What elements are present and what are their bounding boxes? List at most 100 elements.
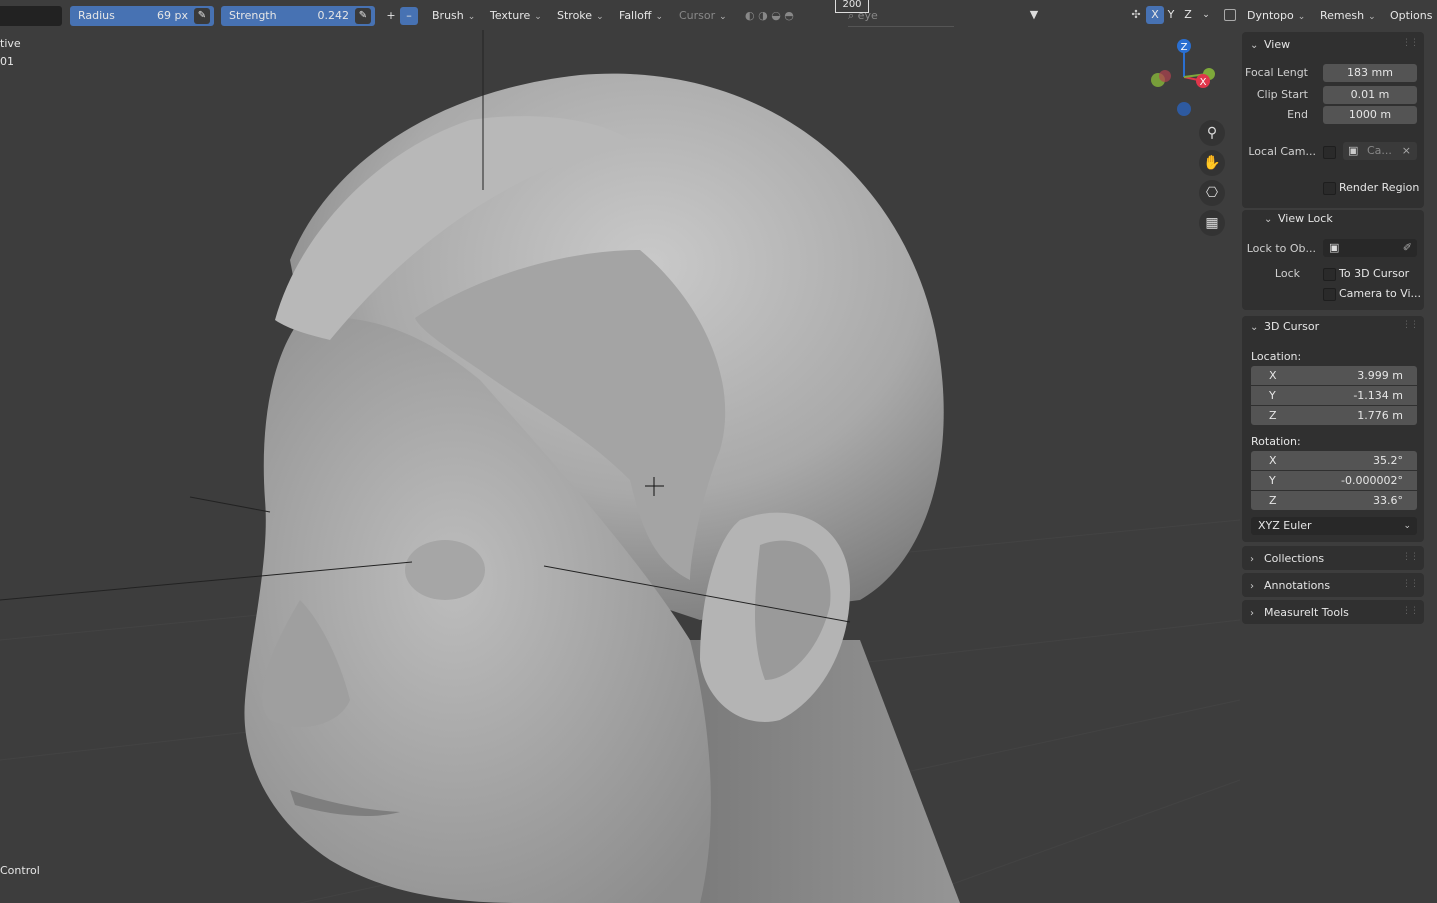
clip-start-label: Clip Start <box>1256 88 1308 101</box>
eyedropper-icon[interactable]: ✐ <box>1403 239 1412 257</box>
subtract-direction-button[interactable]: – <box>400 7 418 25</box>
radius-slider[interactable]: Radius 69 px ✎ <box>70 6 214 26</box>
dyntopo-menu[interactable]: Dyntopo ⌄ <box>1241 6 1311 26</box>
filter-icon[interactable]: ▼ <box>1025 6 1043 24</box>
lock-to-3d-cursor-checkbox[interactable] <box>1323 268 1336 281</box>
location-x-value: 3.999 m <box>1357 369 1403 382</box>
location-x-field[interactable]: X 3.999 m <box>1251 366 1417 385</box>
annotations-panel[interactable]: › Annotations ⋮⋮ <box>1242 573 1424 597</box>
pan-hand-icon[interactable]: ✋ <box>1199 150 1225 176</box>
mirror-y-toggle[interactable]: Y <box>1162 6 1180 24</box>
3d-cursor-header[interactable]: ⌄ 3D Cursor <box>1250 320 1319 333</box>
location-y-axis: Y <box>1269 389 1276 402</box>
rotation-mode-dropdown[interactable]: XYZ Euler ⌄ <box>1251 517 1417 535</box>
rotation-x-axis: X <box>1269 454 1277 467</box>
mode-field[interactable] <box>0 6 62 26</box>
location-z-value: 1.776 m <box>1357 409 1403 422</box>
view-panel-header[interactable]: ⌄ View <box>1250 38 1290 51</box>
stroke-menu[interactable]: Stroke ⌄ <box>551 6 610 26</box>
clip-start-field[interactable]: 0.01 m <box>1323 86 1417 104</box>
chevron-down-icon: ⌄ <box>467 12 476 22</box>
drag-handle-icon[interactable]: ⋮⋮ <box>1402 552 1419 562</box>
clip-end-field[interactable]: 1000 m <box>1323 106 1417 124</box>
drag-handle-icon[interactable]: ⋮⋮ <box>1402 606 1419 616</box>
remesh-label: Remesh <box>1320 9 1365 22</box>
lock-to-3d-cursor-label: To 3D Cursor <box>1339 267 1410 280</box>
chevron-right-icon: › <box>1250 554 1254 565</box>
dyntopo-label: Dyntopo <box>1247 9 1294 22</box>
rotation-label: Rotation: <box>1251 435 1301 448</box>
location-y-value: -1.134 m <box>1353 389 1403 402</box>
radius-label: Radius <box>78 9 115 22</box>
cursor-menu[interactable]: Cursor ⌄ <box>673 6 733 26</box>
chevron-down-icon: ⌄ <box>1250 40 1259 51</box>
falloff-menu-label: Falloff <box>619 9 652 22</box>
brush-menu[interactable]: Brush ⌄ <box>426 6 481 26</box>
drag-handle-icon[interactable]: ⋮⋮ <box>1402 38 1419 48</box>
local-camera-checkbox[interactable] <box>1323 146 1336 159</box>
clear-icon[interactable]: × <box>1402 142 1411 160</box>
rotation-z-axis: Z <box>1269 494 1277 507</box>
location-z-field[interactable]: Z 1.776 m <box>1251 406 1417 425</box>
strength-value: 0.242 <box>317 9 350 22</box>
mirror-icon[interactable]: ✣ <box>1127 6 1145 24</box>
render-region-checkbox[interactable] <box>1323 182 1336 195</box>
falloff-menu[interactable]: Falloff ⌄ <box>613 6 669 26</box>
drag-handle-icon[interactable]: ⋮⋮ <box>1402 579 1419 589</box>
texture-menu-label: Texture <box>490 9 531 22</box>
dyntopo-checkbox[interactable] <box>1224 9 1236 21</box>
rotation-z-field[interactable]: Z 33.6° <box>1251 491 1417 510</box>
object-icon: ▣ <box>1329 241 1340 254</box>
focal-length-field[interactable]: 183 mm <box>1323 64 1417 82</box>
rotation-x-field[interactable]: X 35.2° <box>1251 451 1417 470</box>
zoom-icon[interactable]: ⚲ <box>1199 120 1225 146</box>
view-lock-header[interactable]: ⌄ View Lock <box>1264 212 1333 225</box>
symmetry-icons[interactable]: ◐ ◑ ◒ ◓ <box>745 6 835 26</box>
rotation-y-field[interactable]: Y -0.000002° <box>1251 471 1417 490</box>
gizmo-z-label: Z <box>1181 42 1188 53</box>
stroke-menu-label: Stroke <box>557 9 593 22</box>
camera-icon[interactable]: ⎔ <box>1199 180 1225 206</box>
camera-to-view-checkbox[interactable] <box>1323 288 1336 301</box>
measureit-header[interactable]: › MeasureIt Tools <box>1250 606 1349 619</box>
location-y-field[interactable]: Y -1.134 m <box>1251 386 1417 405</box>
texture-menu[interactable]: Texture ⌄ <box>484 6 548 26</box>
view-panel-title: View <box>1264 38 1291 51</box>
radius-value: 69 px <box>157 9 188 22</box>
pen-pressure-icon[interactable]: ✎ <box>194 8 210 24</box>
local-camera-field[interactable]: ▣ Ca... × <box>1343 142 1417 160</box>
add-direction-button[interactable]: + <box>382 7 400 25</box>
remesh-menu[interactable]: Remesh ⌄ <box>1314 6 1382 26</box>
annotations-title: Annotations <box>1264 579 1331 592</box>
options-label: Options <box>1390 9 1433 22</box>
measureit-panel[interactable]: › MeasureIt Tools ⋮⋮ <box>1242 600 1424 624</box>
search-text: eye <box>857 9 878 22</box>
lock-to-object-field[interactable]: ▣ ✐ <box>1323 239 1417 257</box>
search-field[interactable]: ⌕ eye <box>848 6 954 27</box>
collections-panel[interactable]: › Collections ⋮⋮ <box>1242 546 1424 570</box>
chevron-down-icon[interactable]: ⌄ <box>1197 6 1215 24</box>
chevron-right-icon: › <box>1250 608 1254 619</box>
pen-pressure-icon[interactable]: ✎ <box>355 8 371 24</box>
chevron-down-icon: ⌄ <box>1403 521 1411 531</box>
orientation-gizmo[interactable]: Z X <box>1145 36 1225 120</box>
perspective-grid-icon[interactable]: ▦ <box>1199 210 1225 236</box>
strength-slider[interactable]: Strength 0.242 ✎ <box>221 6 375 26</box>
collections-header[interactable]: › Collections <box>1250 552 1324 565</box>
options-menu[interactable]: Options <box>1384 6 1437 26</box>
camera-object-icon: ▣ <box>1348 144 1359 157</box>
rotation-x-value: 35.2° <box>1373 454 1403 467</box>
viewport-object-text: 01 <box>0 55 14 68</box>
annotations-header[interactable]: › Annotations <box>1250 579 1330 592</box>
chevron-down-icon: ⌄ <box>596 12 604 22</box>
drag-handle-icon[interactable]: ⋮⋮ <box>1402 320 1419 330</box>
mirror-z-toggle[interactable]: Z <box>1179 6 1197 24</box>
chevron-down-icon: ⌄ <box>1297 12 1306 22</box>
rotation-mode-value: XYZ Euler <box>1258 519 1312 532</box>
rotation-y-axis: Y <box>1269 474 1276 487</box>
clip-end-label: End <box>1287 108 1308 121</box>
rotation-z-value: 33.6° <box>1373 494 1403 507</box>
chevron-down-icon: ⌄ <box>1368 12 1376 22</box>
lock-to-object-label: Lock to Ob... <box>1246 242 1316 255</box>
local-camera-label: Local Cam... <box>1248 145 1316 158</box>
